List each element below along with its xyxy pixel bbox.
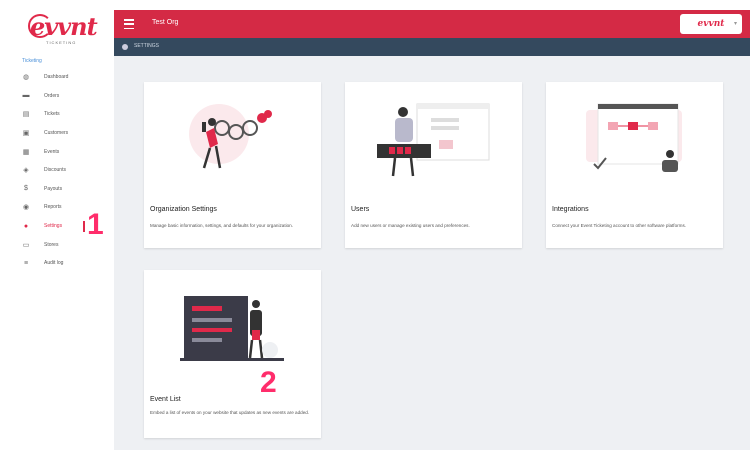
annotation-marker-1: 1 [87,208,104,241]
integrations-description: Connect your Event Ticketing account to … [552,223,687,228]
sidebar-item-audit-log[interactable]: ≡ Audit log [0,254,113,273]
sidebar-item-label: Reports [44,204,62,211]
sidebar-item-events[interactable]: ▦ Events [0,142,113,161]
users-title: Users [351,206,370,213]
stores-icon: ▭ [22,241,30,249]
integrations-illustration [586,103,682,172]
sidebar-item-label: Dashboard [44,74,69,81]
dashboard-icon: ◍ [22,74,30,82]
settings-content: Organization Settings Manage basic infor… [114,56,750,450]
orders-icon: ▬ [22,92,30,100]
tickets-icon: ▤ [22,111,30,119]
integrations-title: Integrations [552,206,589,213]
payouts-icon: $ [24,185,28,193]
sidebar-item-label: Audit log [44,260,64,267]
discounts-icon: ◈ [23,167,29,175]
hamburger-menu-icon[interactable] [124,19,134,29]
event-list-title: Event List [150,396,181,403]
users-description: Add new users or manage existing users a… [351,223,470,228]
brand-switcher-label: evvnt [697,19,725,29]
integrations-card[interactable]: Integrations Connect your Event Ticketin… [546,82,723,248]
audit-log-icon: ≡ [23,259,29,267]
sidebar-item-payouts[interactable]: $ Payouts [0,180,113,199]
sidebar-item-label: Events [44,148,60,155]
sidebar-item-discounts[interactable]: ◈ Discounts [0,161,113,180]
sidebar-item-label: Orders [44,92,60,99]
annotation-marker-2: 2 [260,366,277,399]
customers-icon: ▣ [22,130,30,138]
settings-icon: ● [23,222,29,230]
sidebar-item-customers[interactable]: ▣ Customers [0,124,113,143]
sidebar-item-label: Settings [44,223,63,230]
sidebar-item-orders[interactable]: ▬ Orders [0,87,113,106]
logo-subtext: TICKETING [46,40,77,45]
settings-breadcrumb-icon [122,44,128,50]
sidebar-item-dashboard[interactable]: ◍ Dashboard [0,68,113,87]
evvnt-logo[interactable]: evvnt TICKETING [24,8,104,52]
sidebar-item-tickets[interactable]: ▤ Tickets [0,105,113,124]
breadcrumb-bar: SETTINGS [114,38,750,56]
sidebar-item-label: Payouts [44,185,63,192]
logo-wordmark: evvnt [30,12,98,41]
breadcrumb-label: SETTINGS [134,43,160,49]
brand-switcher-button[interactable]: evvnt ▾ [680,14,742,34]
event-list-card[interactable]: Event List Embed a list of events on you… [144,270,321,438]
sidebar-item-label: Discounts [44,167,66,174]
top-header: Test Org evvnt ▾ [114,10,750,38]
event-list-illustration [180,296,284,361]
organization-settings-illustration [189,104,272,169]
sidebar-item-label: Customers [44,130,69,137]
sidebar: evvnt TICKETING Ticketing ◍ Dashboard ▬ Ord… [0,0,113,450]
reports-icon: ◉ [22,204,30,212]
chevron-down-icon: ▾ [733,21,737,27]
app-window: evvnt TICKETING Ticketing ◍ Dashboard ▬ Ord… [0,0,753,450]
organization-settings-title: Organization Settings [150,206,217,213]
sidebar-item-label: Stores [44,241,59,248]
sidebar-heading: Ticketing [22,58,42,64]
events-icon: ▦ [22,148,30,156]
event-list-description: Embed a list of events on your website t… [150,410,310,415]
organization-settings-description: Manage basic information, settings, and … [150,223,293,228]
organization-settings-card[interactable]: Organization Settings Manage basic infor… [144,82,321,248]
users-card[interactable]: Users Add new users or manage existing u… [345,82,522,248]
users-illustration [377,103,490,177]
org-title: Test Org [152,19,179,26]
sidebar-item-label: Tickets [44,111,60,118]
